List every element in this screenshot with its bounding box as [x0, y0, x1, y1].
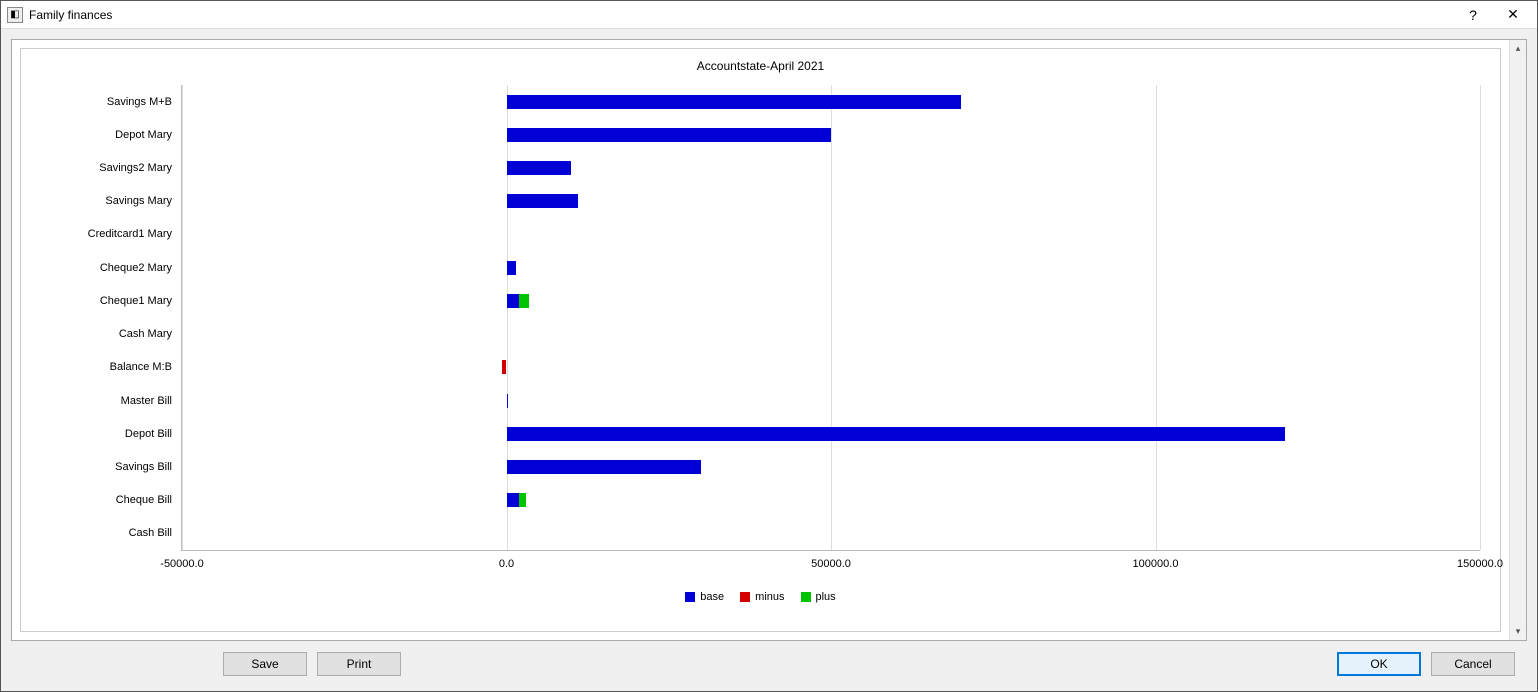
bar-segment-base: [507, 493, 520, 507]
plot-area: -50000.00.050000.0100000.0150000.0Saving…: [181, 85, 1480, 551]
legend: base minus plus: [21, 591, 1500, 603]
bar-row: [182, 161, 1480, 175]
bar-segment-plus: [519, 294, 529, 308]
gridline: [507, 85, 508, 550]
bar-row: [182, 128, 1480, 142]
bar-segment-base: [507, 394, 509, 408]
legend-label: plus: [816, 591, 836, 603]
bar-row: [182, 95, 1480, 109]
chart-frame: Accountstate-April 2021 -50000.00.050000…: [11, 39, 1527, 641]
category-label: Savings2 Mary: [32, 162, 182, 174]
button-row: Save Print OK Cancel: [11, 641, 1527, 681]
bar-segment-minus: [502, 360, 507, 374]
bar-row: [182, 526, 1480, 540]
window-title: Family finances: [29, 8, 112, 22]
x-tick-label: -50000.0: [160, 558, 203, 570]
category-label: Cash Mary: [32, 328, 182, 340]
legend-swatch: [801, 592, 811, 602]
bar-segment-base: [507, 427, 1286, 441]
bar-segment-base: [507, 161, 572, 175]
chart: Accountstate-April 2021 -50000.00.050000…: [20, 48, 1501, 632]
category-label: Master Bill: [32, 395, 182, 407]
bar-row: [182, 360, 1480, 374]
bar-row: [182, 227, 1480, 241]
cancel-button[interactable]: Cancel: [1431, 652, 1515, 676]
chart-title: Accountstate-April 2021: [21, 59, 1500, 73]
bar-row: [182, 460, 1480, 474]
close-button[interactable]: ✕: [1493, 1, 1533, 29]
category-label: Savings Bill: [32, 461, 182, 473]
titlebar: ◧ Family finances ? ✕: [1, 1, 1537, 29]
x-tick-label: 150000.0: [1457, 558, 1503, 570]
ok-button[interactable]: OK: [1337, 652, 1421, 676]
bar-row: [182, 493, 1480, 507]
gridline: [1156, 85, 1157, 550]
x-tick-label: 50000.0: [811, 558, 851, 570]
save-button[interactable]: Save: [223, 652, 307, 676]
gridline: [1480, 85, 1481, 550]
legend-item-plus: plus: [801, 591, 836, 603]
legend-label: minus: [755, 591, 784, 603]
category-label: Cheque2 Mary: [32, 262, 182, 274]
bar-row: [182, 327, 1480, 341]
bar-row: [182, 294, 1480, 308]
print-button[interactable]: Print: [317, 652, 401, 676]
legend-item-base: base: [685, 591, 724, 603]
gridline: [182, 85, 183, 550]
bar-row: [182, 261, 1480, 275]
category-label: Cheque Bill: [32, 494, 182, 506]
legend-swatch: [685, 592, 695, 602]
category-label: Depot Bill: [32, 428, 182, 440]
legend-swatch: [740, 592, 750, 602]
app-icon: ◧: [7, 7, 23, 23]
content-area: Accountstate-April 2021 -50000.00.050000…: [1, 29, 1537, 691]
bar-row: [182, 427, 1480, 441]
scroll-down-icon[interactable]: ▾: [1510, 623, 1526, 640]
bar-segment-base: [507, 294, 520, 308]
category-label: Savings Mary: [32, 195, 182, 207]
gridline: [831, 85, 832, 550]
bar-segment-plus: [519, 493, 525, 507]
vertical-scrollbar[interactable]: ▴ ▾: [1509, 40, 1526, 640]
category-label: Balance M:B: [32, 361, 182, 373]
help-button[interactable]: ?: [1453, 1, 1493, 29]
legend-item-minus: minus: [740, 591, 784, 603]
bar-row: [182, 394, 1480, 408]
category-label: Savings M+B: [32, 96, 182, 108]
bar-row: [182, 194, 1480, 208]
bar-segment-base: [507, 261, 517, 275]
bar-segment-base: [507, 128, 832, 142]
app-window: ◧ Family finances ? ✕ Accountstate-April…: [0, 0, 1538, 692]
category-label: Cheque1 Mary: [32, 295, 182, 307]
category-label: Depot Mary: [32, 129, 182, 141]
x-tick-label: 0.0: [499, 558, 514, 570]
category-label: Cash Bill: [32, 527, 182, 539]
legend-label: base: [700, 591, 724, 603]
scroll-up-icon[interactable]: ▴: [1510, 40, 1526, 57]
bar-segment-base: [507, 95, 961, 109]
x-tick-label: 100000.0: [1133, 558, 1179, 570]
bar-segment-base: [507, 194, 578, 208]
category-label: Creditcard1 Mary: [32, 228, 182, 240]
bar-segment-base: [507, 460, 702, 474]
